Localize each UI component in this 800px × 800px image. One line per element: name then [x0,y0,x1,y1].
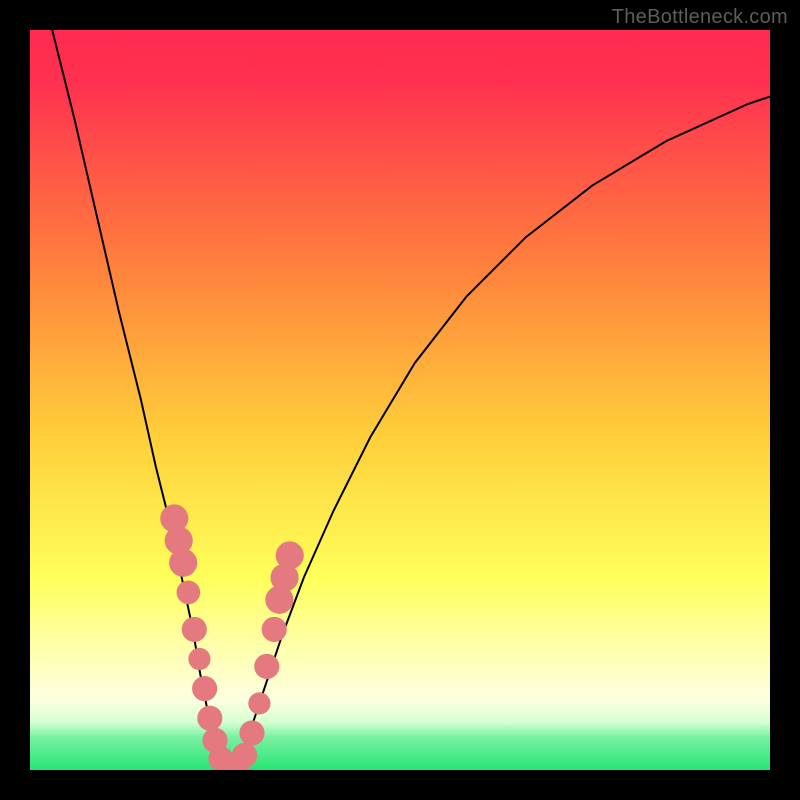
bead-marker [169,549,197,577]
bead-marker [232,743,257,768]
bead-marker [262,617,287,642]
bead-marker [177,581,201,605]
outer-frame: TheBottleneck.com [0,0,800,800]
bottleneck-curve [52,30,770,770]
bead-marker [239,720,264,745]
bead-marker [254,654,279,679]
bead-markers [160,504,304,770]
bead-marker [197,706,222,731]
watermark-text: TheBottleneck.com [612,6,788,29]
bead-marker [248,692,270,714]
plot-area [30,30,770,770]
bead-marker [276,541,304,569]
curve-right-branch [237,97,770,770]
chart-svg [30,30,770,770]
bead-marker [188,648,210,670]
bead-marker [182,617,207,642]
bead-marker [192,676,217,701]
